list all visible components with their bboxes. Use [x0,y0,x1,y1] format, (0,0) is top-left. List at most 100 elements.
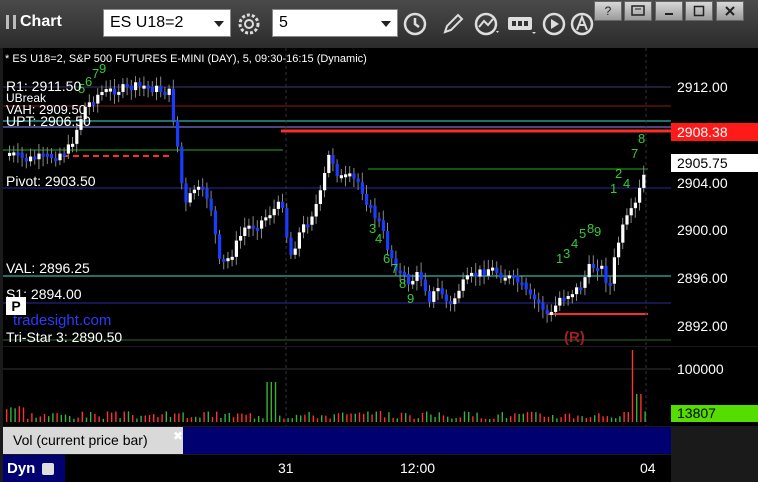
candle [314,203,318,217]
candle [528,289,532,295]
volume-bar [539,413,541,422]
price-tick: 2892.00 [677,318,728,334]
volume-bar [531,411,533,422]
candle [591,263,595,269]
minimize-icon [665,13,673,15]
volume-bar [535,412,537,422]
volume-bar [190,417,193,422]
candle [415,272,419,281]
candle [45,153,49,157]
volume-bar [27,418,29,422]
price-chart[interactable]: 567934678913458912478 * ES U18=2, S&P 50… [3,48,671,346]
indicator-tab-volume[interactable]: Vol (current price bar) [3,427,183,454]
candle [570,294,574,298]
volume-bar [594,415,596,422]
price-axis[interactable]: 2912.00 2908.38 2905.75 2904.00 2900.00 … [671,48,758,346]
dynamic-mode-button[interactable]: Dyn [3,455,65,482]
candle [566,295,570,299]
volume-bar [211,417,214,422]
symbol-value: ES U18=2 [110,14,184,31]
candle [167,88,171,95]
candle [29,156,33,162]
candle [323,173,327,191]
volume-bar [274,382,277,422]
interval-select[interactable]: 5 [272,9,398,37]
candle [524,282,528,290]
candle [255,228,259,232]
candle [495,267,499,273]
volume-bar [447,416,449,422]
volume-bar [169,416,172,422]
volume-tick: 100000 [677,361,724,377]
alert-button[interactable] [567,10,597,38]
upt-label: UPT: 2906.50 [6,113,91,129]
sequence-count: 3 [563,246,570,261]
candle [587,263,591,278]
volume-bar [468,411,470,422]
volume-bar [640,394,642,422]
candle [554,305,558,312]
volume-bar [182,412,184,422]
candle [461,279,465,291]
symbol-select[interactable]: ES U18=2 [103,9,231,37]
play-button[interactable] [539,10,569,38]
candle [293,248,297,255]
volume-panel[interactable] [3,347,671,426]
volume-bar [636,394,638,422]
studies-button[interactable] [473,10,503,38]
chevron-down-icon[interactable] [214,21,224,27]
volume-bar [476,412,478,422]
draw-button[interactable] [438,10,468,38]
link-button[interactable] [624,1,652,21]
candle [159,85,163,92]
volume-bar [35,417,37,422]
volume-bar [39,416,41,422]
candle [142,85,146,89]
last-price-badge: 2905.75 [671,154,758,172]
clock-button[interactable] [400,10,430,38]
chevron-down-icon[interactable] [381,21,391,27]
volume-bar [237,413,239,422]
candle [352,173,356,179]
candle [218,234,222,259]
settings-button[interactable] [234,10,264,38]
candle [239,235,243,241]
candle [545,309,549,315]
volume-bar [283,418,285,422]
minimize-button[interactable] [655,1,683,21]
volume-bar [472,416,474,422]
volume-bar [606,416,608,422]
volume-bar [493,418,495,422]
r-marker: (R) [564,329,585,346]
volume-bar [518,413,520,422]
title-bar: Chart ES U18=2 5 ? [0,0,758,48]
volume-bar [220,417,222,422]
candle [260,220,264,229]
candle [344,174,348,178]
volume-bar [102,418,104,422]
close-icon[interactable]: ✖ [173,429,183,443]
maximize-button[interactable] [685,1,713,21]
candle [600,265,604,269]
get-button[interactable] [506,10,540,38]
sequence-count: 7 [391,261,398,276]
volume-bar [321,415,323,422]
volume-bar [384,417,386,422]
candle [163,91,167,95]
val-label: VAL: 2896.25 [6,260,90,276]
help-button[interactable]: ? [594,1,622,21]
volume-bar [501,412,503,422]
candle [150,86,154,93]
volume-bar [526,412,529,422]
candle [499,272,503,279]
candle [335,163,339,177]
dynamic-label: Dyn [7,460,36,477]
sequence-count: 9 [594,224,601,239]
candle [608,283,612,287]
close-button[interactable] [716,1,744,21]
volume-bar [463,411,466,422]
volume-bar [186,418,188,422]
sequence-count: 5 [579,226,586,241]
candle [377,218,381,222]
volume-bar [421,413,424,422]
